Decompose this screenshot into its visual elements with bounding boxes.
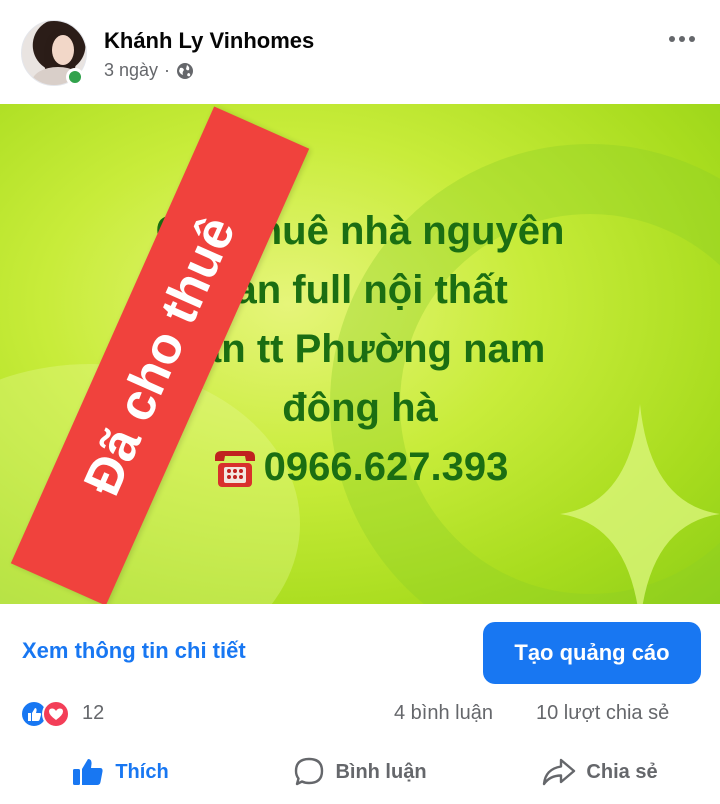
thumbs-up-icon — [73, 759, 103, 785]
post-image[interactable]: Cho thuê nhà nguyên căn full nội thất gầ… — [0, 104, 720, 604]
share-icon — [543, 758, 576, 786]
view-details-link[interactable]: Xem thông tin chi tiết — [22, 638, 246, 664]
telephone-icon — [214, 450, 255, 487]
reaction-count[interactable]: 12 — [82, 702, 104, 725]
cta-row: Xem thông tin chi tiết Tạo quảng cáo — [0, 604, 720, 700]
like-label: Thích — [115, 760, 169, 783]
love-icon — [42, 700, 70, 728]
action-bar: Thích Bình luận Chia sẻ — [0, 740, 720, 804]
comment-count[interactable]: 4 bình luận — [394, 702, 493, 725]
post-time[interactable]: 3 ngày — [104, 60, 158, 81]
comment-button[interactable]: Bình luận — [240, 740, 480, 804]
create-ad-button[interactable]: Tạo quảng cáo — [483, 622, 701, 684]
comment-icon — [295, 757, 324, 786]
more-options-icon[interactable] — [664, 30, 700, 48]
globe-icon — [177, 62, 194, 79]
share-label: Chia sẻ — [586, 760, 658, 783]
online-status-icon — [66, 68, 84, 86]
share-count[interactable]: 10 lượt chia sẻ — [536, 702, 669, 725]
share-button[interactable]: Chia sẻ — [480, 740, 720, 804]
reaction-icons[interactable] — [20, 700, 78, 728]
post-text-line: căn full nội thất — [212, 268, 508, 312]
comment-label: Bình luận — [335, 760, 427, 783]
phone-number: 0966.627.393 — [263, 445, 509, 489]
post-text-line: Cho thuê nhà nguyên — [155, 209, 565, 253]
like-button[interactable]: Thích — [0, 740, 240, 804]
reactions-summary: 12 4 bình luận 10 lượt chia sẻ — [0, 694, 720, 734]
post-meta: 3 ngày · — [104, 60, 194, 81]
meta-separator: · — [164, 60, 171, 80]
post-header: Khánh Ly Vinhomes 3 ngày · — [0, 0, 720, 104]
author-name[interactable]: Khánh Ly Vinhomes — [104, 28, 314, 54]
